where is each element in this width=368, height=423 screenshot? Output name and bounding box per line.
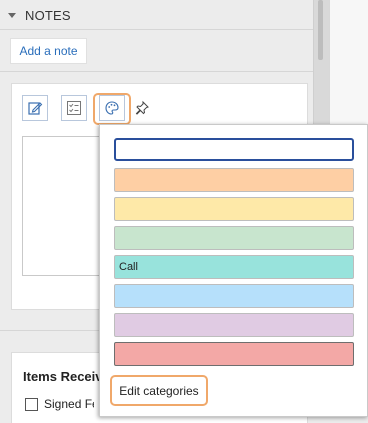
category-name-input[interactable] [114, 138, 354, 161]
note-text-area[interactable] [22, 136, 110, 276]
pin-icon[interactable] [134, 100, 150, 116]
color-swatch[interactable] [114, 168, 354, 192]
edit-note-button[interactable] [22, 95, 48, 121]
color-swatch[interactable] [114, 342, 354, 366]
checklist-icon [67, 101, 81, 115]
color-swatch[interactable]: Call [114, 255, 354, 279]
notes-section-header[interactable]: NOTES [8, 5, 71, 25]
checklist-button[interactable] [61, 95, 87, 121]
scrollbar-thumb[interactable] [318, 0, 323, 60]
signed-fee-checkbox[interactable] [25, 397, 38, 411]
signed-fee-row[interactable]: Signed Fee [25, 397, 94, 411]
color-swatch[interactable] [114, 197, 354, 221]
collapse-triangle-icon[interactable] [8, 12, 16, 18]
palette-highlight [93, 93, 131, 125]
edit-categories-button[interactable]: Edit categories [110, 375, 208, 406]
divider [0, 71, 313, 72]
color-swatch[interactable] [114, 284, 354, 308]
items-received-title: Items Received [23, 369, 100, 384]
add-note-button[interactable]: Add a note [10, 38, 87, 64]
notes-title: NOTES [25, 7, 71, 23]
color-swatch[interactable] [114, 226, 354, 250]
edit-note-icon [28, 102, 43, 115]
color-swatch[interactable] [114, 313, 354, 337]
signed-fee-label: Signed Fee [44, 397, 94, 411]
divider [0, 29, 313, 30]
